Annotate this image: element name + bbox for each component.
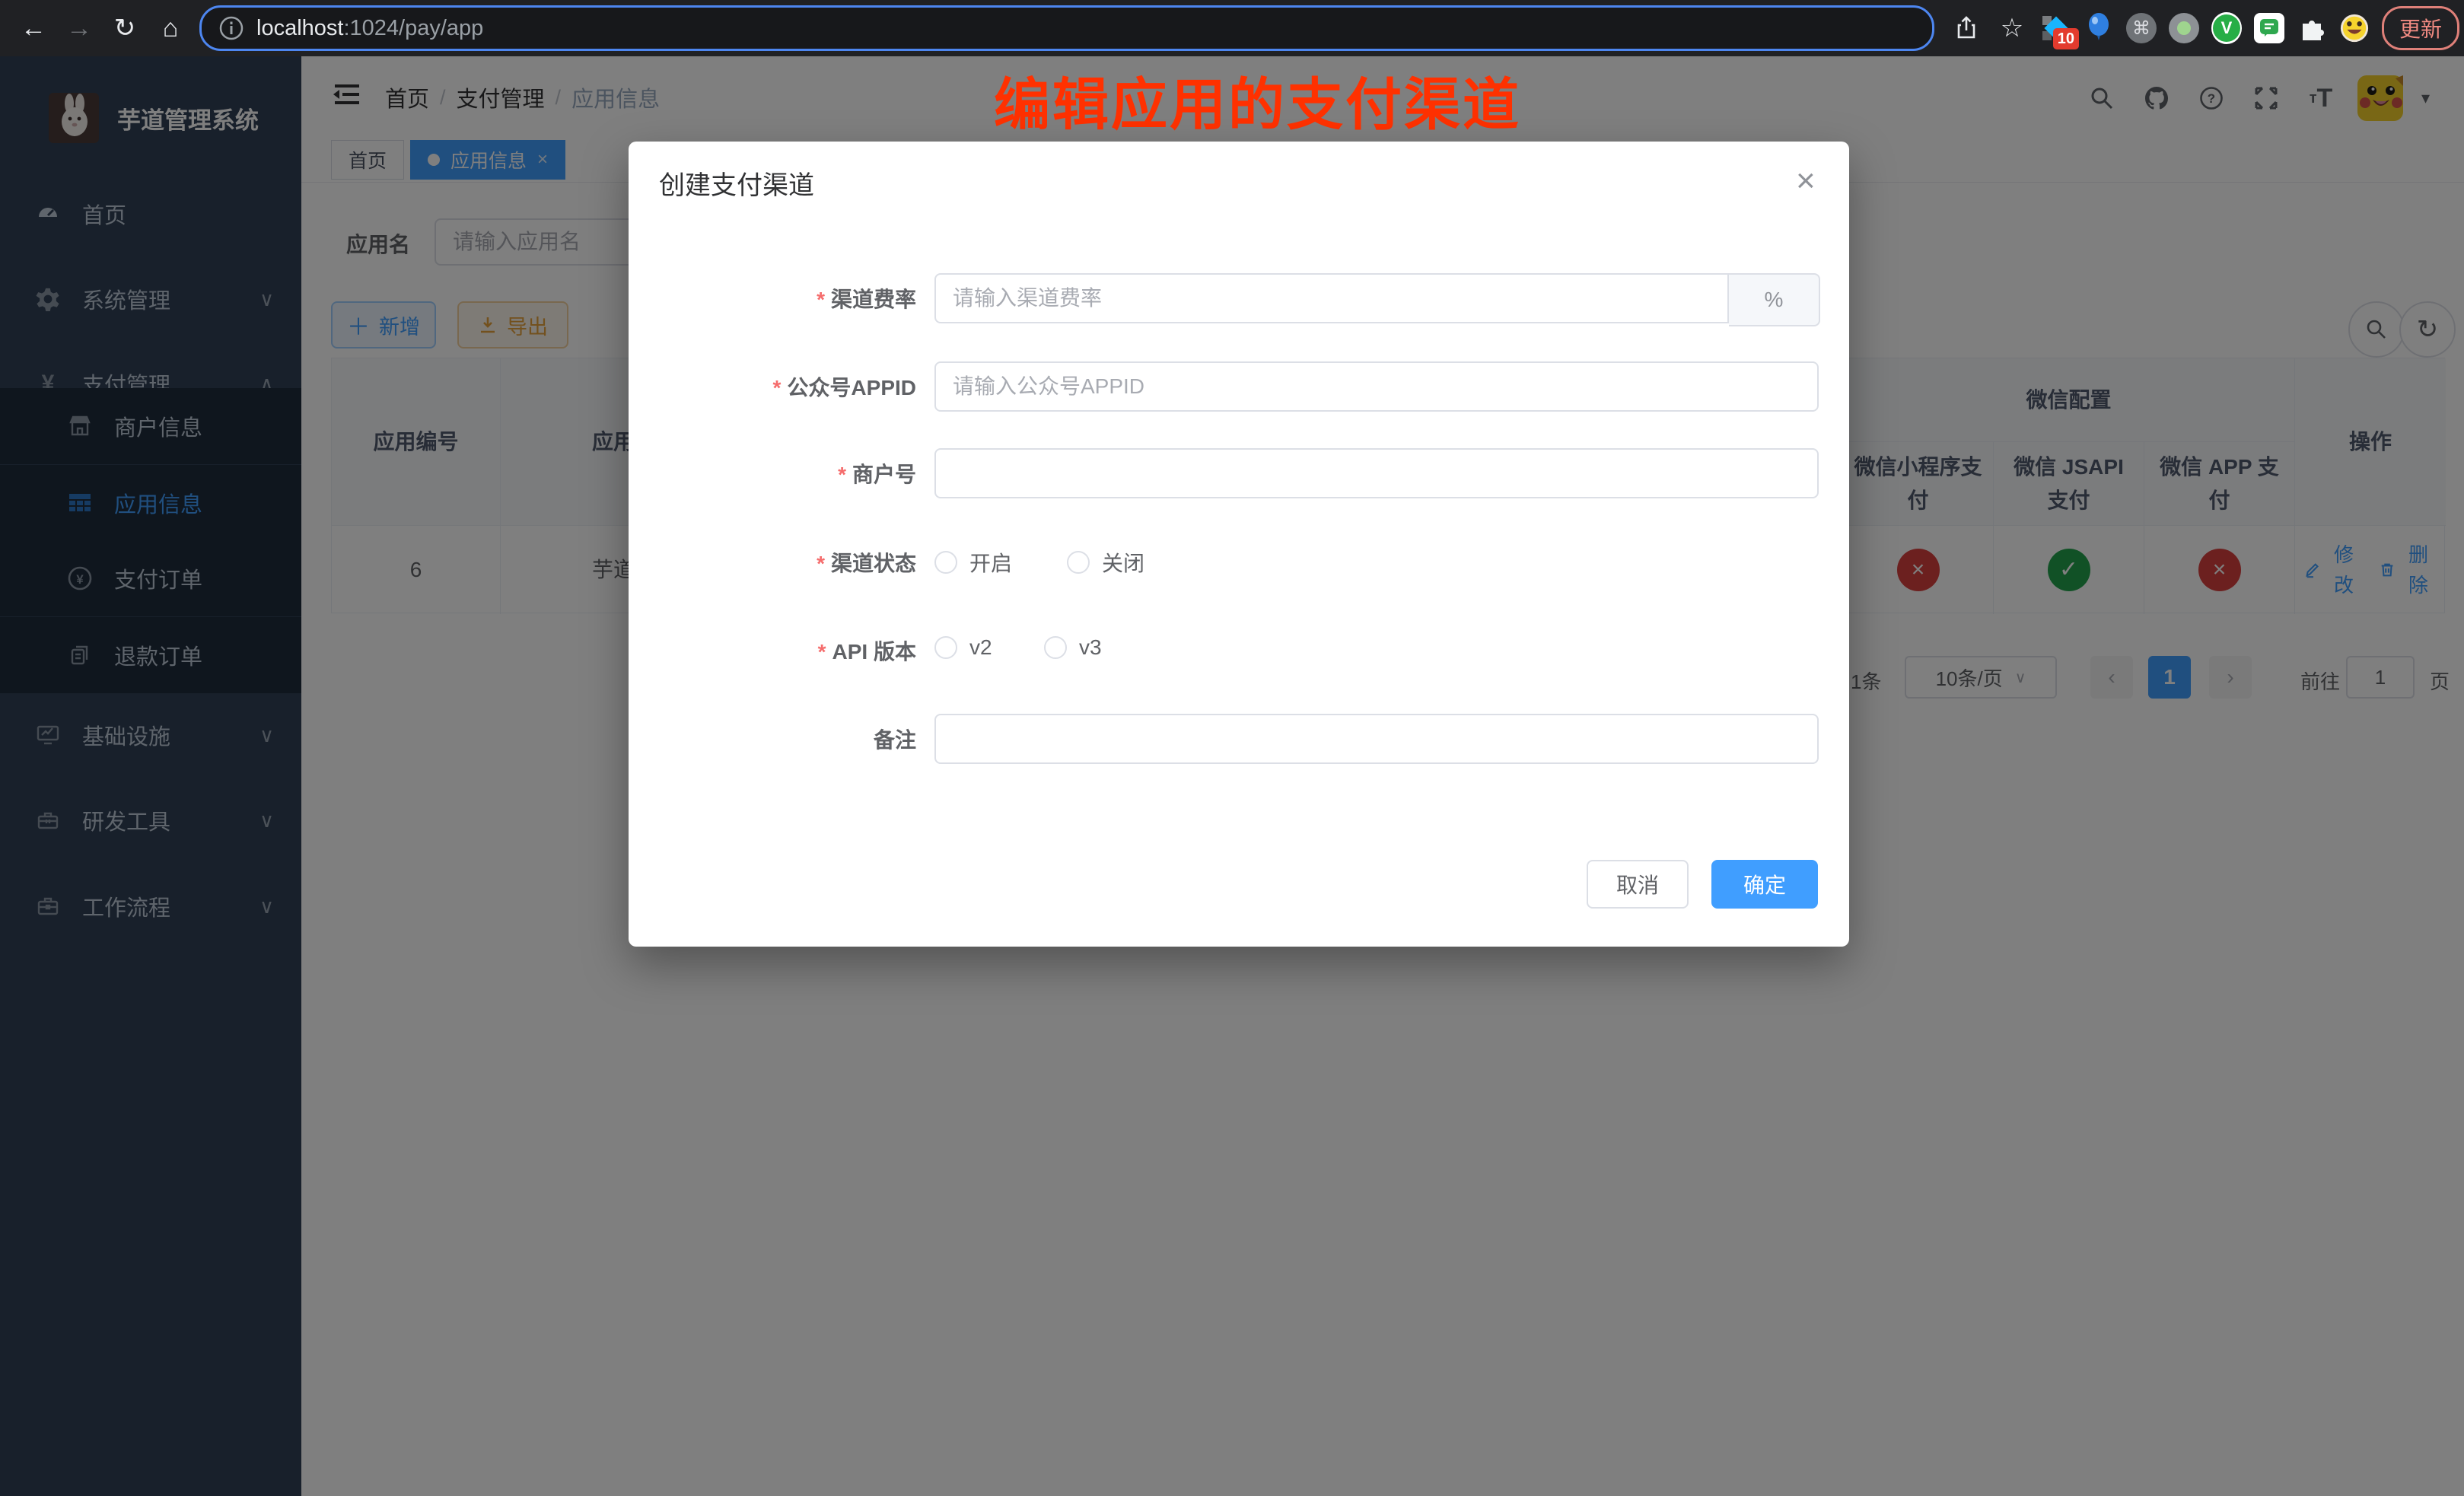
remark-label: 备注: [629, 724, 916, 754]
extension-puzzle-icon[interactable]: [2297, 13, 2327, 43]
rate-percent-suffix: %: [1729, 273, 1820, 326]
appid-input[interactable]: [934, 361, 1819, 412]
api-version-label: *API 版本: [629, 635, 916, 666]
extension-balloon-icon[interactable]: [2084, 13, 2114, 43]
status-label: *渠道状态: [629, 547, 916, 578]
share-icon[interactable]: [1950, 11, 1983, 45]
browser-toolbar: ← → ↻ ⌂ localhost:1024/pay/app ☆ 10 ⌘ V: [0, 0, 2464, 56]
forward-icon[interactable]: →: [62, 11, 96, 45]
status-on-radio[interactable]: 开启: [934, 547, 1012, 578]
bookmark-star-icon[interactable]: ☆: [1995, 11, 2029, 45]
radio-circle-icon: [934, 636, 957, 659]
dialog-title: 创建支付渠道: [659, 164, 814, 202]
back-icon[interactable]: ←: [17, 11, 50, 45]
radio-circle-icon: [1067, 551, 1090, 574]
rate-label: *渠道费率: [629, 283, 916, 314]
browser-update-button[interactable]: 更新: [2382, 6, 2459, 50]
appid-label: *公众号APPID: [629, 371, 916, 402]
status-off-radio[interactable]: 关闭: [1067, 547, 1144, 578]
api-v3-radio[interactable]: v3: [1044, 635, 1102, 660]
dialog-close-icon[interactable]: ×: [1796, 164, 1816, 198]
cancel-button[interactable]: 取消: [1587, 860, 1689, 909]
confirm-button[interactable]: 确定: [1711, 860, 1818, 909]
radio-circle-icon: [934, 551, 957, 574]
merchant-input[interactable]: [934, 448, 1819, 498]
extension-chat-icon[interactable]: [2254, 13, 2284, 43]
annotation-text: 编辑应用的支付渠道: [994, 59, 1521, 141]
merchant-label: *商户号: [629, 458, 916, 489]
site-info-icon[interactable]: [218, 15, 244, 41]
create-channel-dialog: 创建支付渠道 × *渠道费率 % *公众号APPID *商户号 *渠道状态 开启…: [629, 142, 1849, 947]
extension-green-v-icon[interactable]: V: [2211, 13, 2242, 43]
extension-emoji-icon[interactable]: [2339, 13, 2370, 43]
extension-gray-circle-icon[interactable]: [2169, 13, 2199, 43]
home-icon[interactable]: ⌂: [154, 11, 187, 45]
remark-input[interactable]: [934, 714, 1819, 764]
address-bar[interactable]: localhost:1024/pay/app: [199, 5, 1934, 51]
url-text[interactable]: localhost:1024/pay/app: [256, 16, 483, 41]
extension-blue-diamond-icon[interactable]: 10: [2041, 13, 2071, 43]
rate-input[interactable]: [934, 273, 1729, 323]
radio-circle-icon: [1044, 636, 1067, 659]
extension-command-icon[interactable]: ⌘: [2126, 13, 2157, 43]
reload-icon[interactable]: ↻: [108, 11, 142, 45]
extension-badge: 10: [2053, 28, 2079, 49]
api-v2-radio[interactable]: v2: [934, 635, 992, 660]
